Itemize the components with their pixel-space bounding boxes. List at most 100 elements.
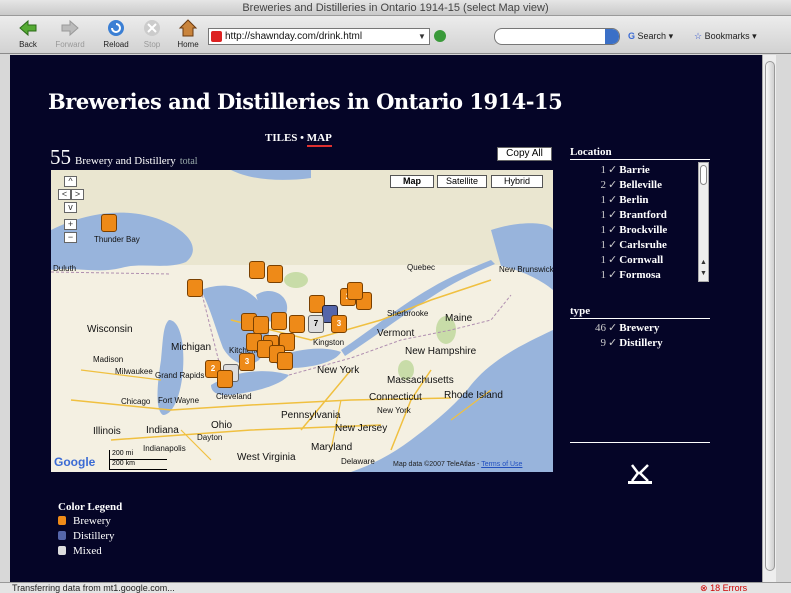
map-label: Dayton <box>197 433 223 442</box>
zoom-out-icon[interactable]: − <box>64 232 77 243</box>
scroll-thumb[interactable] <box>700 165 707 185</box>
bookmarks-button[interactable]: ☆ Bookmarks ▾ <box>694 29 757 43</box>
count-total: total <box>179 156 198 167</box>
map-label: Maryland <box>311 442 353 453</box>
web-page: Breweries and Distilleries in Ontario 19… <box>10 55 762 582</box>
check-icon: ✓ <box>608 209 618 221</box>
zoom-in-icon[interactable]: + <box>64 219 77 230</box>
stop-button[interactable]: Stop <box>132 18 172 49</box>
location-item[interactable]: 1 ✓ Cornwall <box>570 253 710 268</box>
search-label: Search <box>637 31 667 41</box>
bookmarks-label: Bookmarks <box>704 31 750 41</box>
error-count[interactable]: ⊗ 18 Errors <box>700 583 747 593</box>
map-marker[interactable] <box>267 265 283 283</box>
location-item[interactable]: 1 ✓ Carlsruhe <box>570 238 710 253</box>
exhibit-logo-icon[interactable] <box>626 463 654 485</box>
scroll-up-icon[interactable]: ▲ <box>699 259 708 266</box>
map-marker[interactable] <box>101 214 117 232</box>
forward-button[interactable]: Forward <box>50 18 90 49</box>
map-label: Milwaukee <box>115 367 153 376</box>
color-legend: Color Legend Brewery Distillery Mixed <box>58 501 122 560</box>
back-button[interactable]: Back <box>8 18 48 49</box>
map-marker[interactable]: 3 <box>331 315 347 333</box>
map-marker[interactable] <box>347 282 363 300</box>
map-label: Madison <box>93 355 124 364</box>
window-edge <box>776 55 791 582</box>
map-marker[interactable] <box>289 315 305 333</box>
search-input[interactable] <box>494 28 620 45</box>
location-item[interactable]: 1 ✓ Barrie <box>570 163 710 178</box>
check-icon: ✓ <box>608 224 618 236</box>
map-label: Cleveland <box>216 392 252 401</box>
status-bar: Transferring data from mt1.google.com...… <box>0 582 791 593</box>
google-logo[interactable]: Google <box>54 455 95 469</box>
check-icon: ✓ <box>608 269 618 281</box>
map-label: Michigan <box>171 342 212 353</box>
pan-down-icon[interactable]: v <box>64 202 77 213</box>
map-view-link[interactable]: MAP <box>306 132 332 147</box>
back-label: Back <box>19 40 37 49</box>
legend-item: Brewery <box>58 515 122 530</box>
map-marker[interactable] <box>277 352 293 370</box>
map-marker[interactable] <box>249 261 265 279</box>
google-map[interactable]: ^ < > v + − Map Satellite Hybrid Thunder… <box>51 170 553 472</box>
tiles-view-link[interactable]: TILES <box>265 132 297 144</box>
maptype-map-button[interactable]: Map <box>390 175 434 188</box>
map-marker[interactable] <box>253 316 269 334</box>
check-icon: ✓ <box>608 179 618 191</box>
view-switcher: TILES • MAP <box>265 132 332 147</box>
map-label: Maine <box>445 313 473 324</box>
legend-item: Distillery <box>58 530 122 545</box>
reload-icon <box>108 20 124 36</box>
type-item[interactable]: 46 ✓ Brewery <box>570 321 710 336</box>
map-marker[interactable]: 7 <box>308 315 324 333</box>
scroll-down-icon[interactable]: ▼ <box>699 270 708 277</box>
check-icon: ✓ <box>608 194 618 206</box>
reload-button[interactable]: Reload <box>96 18 136 49</box>
legend-item: Mixed <box>58 545 122 560</box>
favicon-icon <box>211 31 222 42</box>
pan-up-icon[interactable]: ^ <box>64 176 77 187</box>
location-item[interactable]: 1 ✓ Brantford <box>570 208 710 223</box>
map-marker[interactable] <box>187 279 203 297</box>
back-arrow-icon <box>19 19 37 37</box>
page-scroll-thumb[interactable] <box>765 61 775 571</box>
pan-left-icon[interactable]: < <box>58 189 71 200</box>
map-marker[interactable]: 3 <box>239 353 255 371</box>
go-icon[interactable] <box>434 30 446 42</box>
location-scrollbar[interactable]: ▲ ▼ <box>698 162 709 282</box>
search-button[interactable]: G Search ▾ <box>628 29 673 43</box>
location-facet-list: 1 ✓ Barrie 2 ✓ Belleville 1 ✓ Berlin 1 ✓ Brantfo… <box>570 163 710 283</box>
page-scrollbar[interactable] <box>762 55 776 582</box>
page-title: Breweries and Distilleries in Ontario 19… <box>48 89 563 114</box>
map-marker[interactable] <box>217 370 233 388</box>
map-marker[interactable] <box>271 312 287 330</box>
check-icon: ✓ <box>608 239 618 251</box>
map-label: New Hampshire <box>405 346 477 357</box>
type-item[interactable]: 9 ✓ Distillery <box>570 336 710 351</box>
url-dropdown-icon[interactable]: ▼ <box>418 28 426 45</box>
location-item[interactable]: 1 ✓ Berlin <box>570 193 710 208</box>
home-button[interactable]: Home <box>168 18 208 49</box>
map-label: Kingston <box>313 338 345 347</box>
terms-of-use-link[interactable]: Terms of Use <box>481 461 522 468</box>
pan-right-icon[interactable]: > <box>71 189 84 200</box>
map-label: New Jersey <box>335 423 388 434</box>
location-item[interactable]: 1 ✓ Formosa <box>570 268 710 283</box>
map-data-text: Map data ©2007 TeleAtlas - <box>393 461 480 468</box>
location-item[interactable]: 1 ✓ Brockville <box>570 223 710 238</box>
map-label: Quebec <box>407 263 436 272</box>
location-item[interactable]: 2 ✓ Belleville <box>570 178 710 193</box>
legend-swatch <box>58 531 66 540</box>
scale-km: 200 km <box>109 460 167 470</box>
url-input[interactable]: http://shawnday.com/drink.html <box>208 28 430 45</box>
maptype-satellite-button[interactable]: Satellite <box>437 175 487 188</box>
window-title: Breweries and Distilleries in Ontario 19… <box>0 0 791 16</box>
scale-mi: 200 mi <box>109 450 167 460</box>
map-attribution: Map data ©2007 TeleAtlas - Terms of Use <box>393 461 522 468</box>
copy-all-button[interactable]: Copy All <box>497 147 552 161</box>
search-engine-dropdown-icon[interactable] <box>605 29 619 44</box>
map-label: New York <box>317 365 360 376</box>
count-number: 55 <box>50 145 71 169</box>
maptype-hybrid-button[interactable]: Hybrid <box>491 175 543 188</box>
